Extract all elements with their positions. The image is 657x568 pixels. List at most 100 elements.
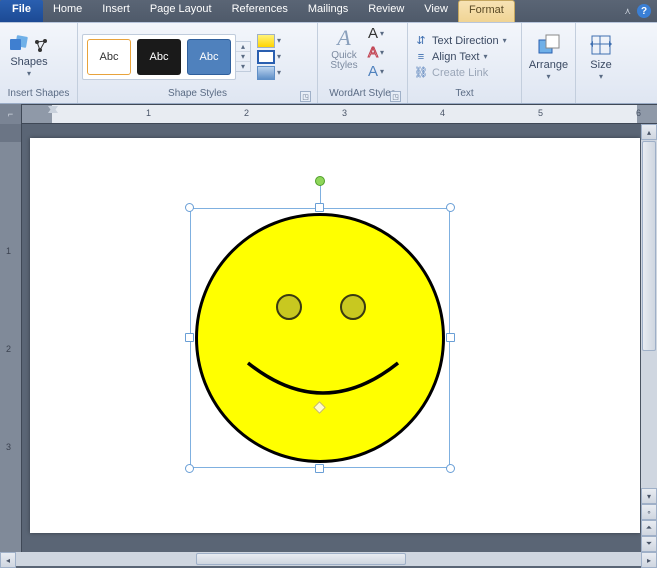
shapes-button[interactable]: Shapes ▾ [4, 36, 54, 78]
resize-handle-mr[interactable] [446, 333, 455, 342]
ruler-number: 2 [6, 344, 11, 354]
resize-handle-br[interactable] [446, 464, 455, 473]
wordart-icon: A [337, 25, 350, 51]
chevron-down-icon: ▾ [277, 52, 281, 61]
arrange-icon [536, 32, 562, 58]
text-outline-icon: A [368, 44, 378, 61]
shape-style-gallery[interactable]: Abc Abc Abc [82, 34, 236, 80]
hanging-indent-marker[interactable] [48, 106, 58, 113]
tab-label: Page Layout [150, 3, 212, 15]
tab-format[interactable]: Format [458, 0, 515, 22]
align-text-button[interactable]: ≡Align Text▾ [412, 49, 509, 64]
dialog-launcher-icon[interactable]: ◳ [390, 91, 401, 102]
scroll-track[interactable] [406, 552, 641, 566]
arrange-button[interactable]: Arrange▾ [526, 32, 571, 81]
fill-icon [257, 34, 275, 48]
style-swatch-3[interactable]: Abc [187, 39, 231, 75]
scroll-thumb[interactable] [642, 141, 656, 351]
scroll-up-icon[interactable]: ▴ [236, 42, 250, 52]
tab-insert[interactable]: Insert [92, 0, 140, 22]
shape-outline-button[interactable]: ▾ [257, 50, 281, 64]
horizontal-ruler-row: ⌐ 1 2 3 4 5 6 [0, 104, 657, 124]
shape-fill-button[interactable]: ▾ [257, 34, 281, 48]
smiley-eye-right [340, 294, 366, 320]
horizontal-scrollbar[interactable]: ◂ ▸ [0, 552, 657, 566]
chevron-down-icon: ▾ [484, 52, 488, 61]
shape-effects-button[interactable]: ▾ [257, 66, 281, 80]
more-icon[interactable]: ▾ [236, 62, 250, 71]
dialog-launcher-icon[interactable]: ◳ [300, 91, 311, 102]
text-direction-button[interactable]: ⇵Text Direction▾ [412, 33, 509, 48]
tab-review[interactable]: Review [358, 0, 414, 22]
tab-mailings[interactable]: Mailings [298, 0, 358, 22]
shapes-label: Shapes [10, 56, 47, 68]
chevron-down-icon: ▾ [277, 36, 281, 45]
scroll-thumb[interactable] [196, 553, 406, 565]
gallery-expand[interactable]: ▴ ▾ ▾ [236, 41, 251, 72]
prev-page-button[interactable]: ⏶ [641, 520, 657, 536]
tab-selector[interactable]: ⌐ [0, 104, 22, 124]
group-wordart-styles: A Quick Styles A▾ A▾ A▾ WordArt Styles◳ [318, 23, 408, 103]
ruler-number: 6 [636, 108, 641, 118]
text-effects-button[interactable]: A▾ [368, 63, 384, 80]
scroll-up-button[interactable]: ▴ [641, 124, 657, 140]
swatch-text: Abc [100, 51, 119, 63]
group-label [580, 88, 622, 103]
tab-view[interactable]: View [414, 0, 458, 22]
size-button[interactable]: Size▾ [580, 32, 622, 81]
btn-label: Create Link [432, 67, 488, 79]
group-label: Insert Shapes [4, 88, 73, 103]
chevron-down-icon: ▾ [380, 67, 384, 76]
text-fill-icon: A [368, 25, 378, 42]
shape-selection[interactable] [190, 208, 450, 468]
vertical-ruler[interactable]: 1 2 3 [0, 124, 22, 552]
resize-handle-mb[interactable] [315, 464, 324, 473]
resize-handle-bl[interactable] [185, 464, 194, 473]
minimize-ribbon-icon[interactable]: ⋏ [624, 6, 631, 17]
browse-object-button[interactable]: ∘ [641, 504, 657, 520]
tab-references[interactable]: References [222, 0, 298, 22]
edit-shape-icon [31, 36, 49, 54]
style-swatch-2[interactable]: Abc [137, 39, 181, 75]
resize-handle-ml[interactable] [185, 333, 194, 342]
btn-label: Size [590, 59, 611, 71]
chevron-down-icon: ▾ [503, 36, 507, 45]
rotate-handle[interactable] [315, 176, 325, 186]
create-link-button[interactable]: ⛓ Create Link [412, 65, 509, 80]
text-outline-button[interactable]: A▾ [368, 44, 384, 61]
tab-label: Review [368, 3, 404, 15]
page[interactable] [30, 138, 640, 533]
tab-label: Mailings [308, 3, 348, 15]
scroll-track[interactable] [641, 352, 657, 488]
resize-handle-tr[interactable] [446, 203, 455, 212]
ruler-number: 5 [538, 108, 543, 118]
text-fill-button[interactable]: A▾ [368, 25, 384, 42]
horizontal-ruler[interactable]: 1 2 3 4 5 6 [22, 104, 657, 124]
smiley-shape[interactable] [195, 213, 445, 463]
resize-handle-tl[interactable] [185, 203, 194, 212]
shape-format-buttons: ▾ ▾ ▾ [257, 34, 281, 80]
quick-styles-button[interactable]: A Quick Styles [322, 25, 366, 71]
ruler-number: 2 [244, 108, 249, 118]
resize-handle-mt[interactable] [315, 203, 324, 212]
outline-icon [257, 50, 275, 64]
help-icon[interactable]: ? [637, 4, 651, 18]
group-label: WordArt Styles◳ [322, 88, 403, 103]
smiley-eye-left [276, 294, 302, 320]
size-icon [588, 32, 614, 58]
next-page-button[interactable]: ⏷ [641, 536, 657, 552]
document-canvas[interactable] [22, 124, 641, 552]
group-label: Text [412, 88, 517, 103]
link-icon: ⛓ [414, 66, 428, 79]
quick-styles-label: Quick Styles [322, 51, 366, 71]
effects-icon [257, 66, 275, 80]
vertical-scrollbar[interactable]: ▴ ▾ ∘ ⏶ ⏷ [641, 124, 657, 552]
chevron-down-icon: ▾ [277, 68, 281, 77]
scroll-down-icon[interactable]: ▾ [236, 52, 250, 62]
tab-home[interactable]: Home [43, 0, 92, 22]
scroll-down-button[interactable]: ▾ [641, 488, 657, 504]
tab-page-layout[interactable]: Page Layout [140, 0, 222, 22]
tab-file[interactable]: File [0, 0, 43, 22]
tab-label: File [12, 3, 31, 15]
style-swatch-1[interactable]: Abc [87, 39, 131, 75]
